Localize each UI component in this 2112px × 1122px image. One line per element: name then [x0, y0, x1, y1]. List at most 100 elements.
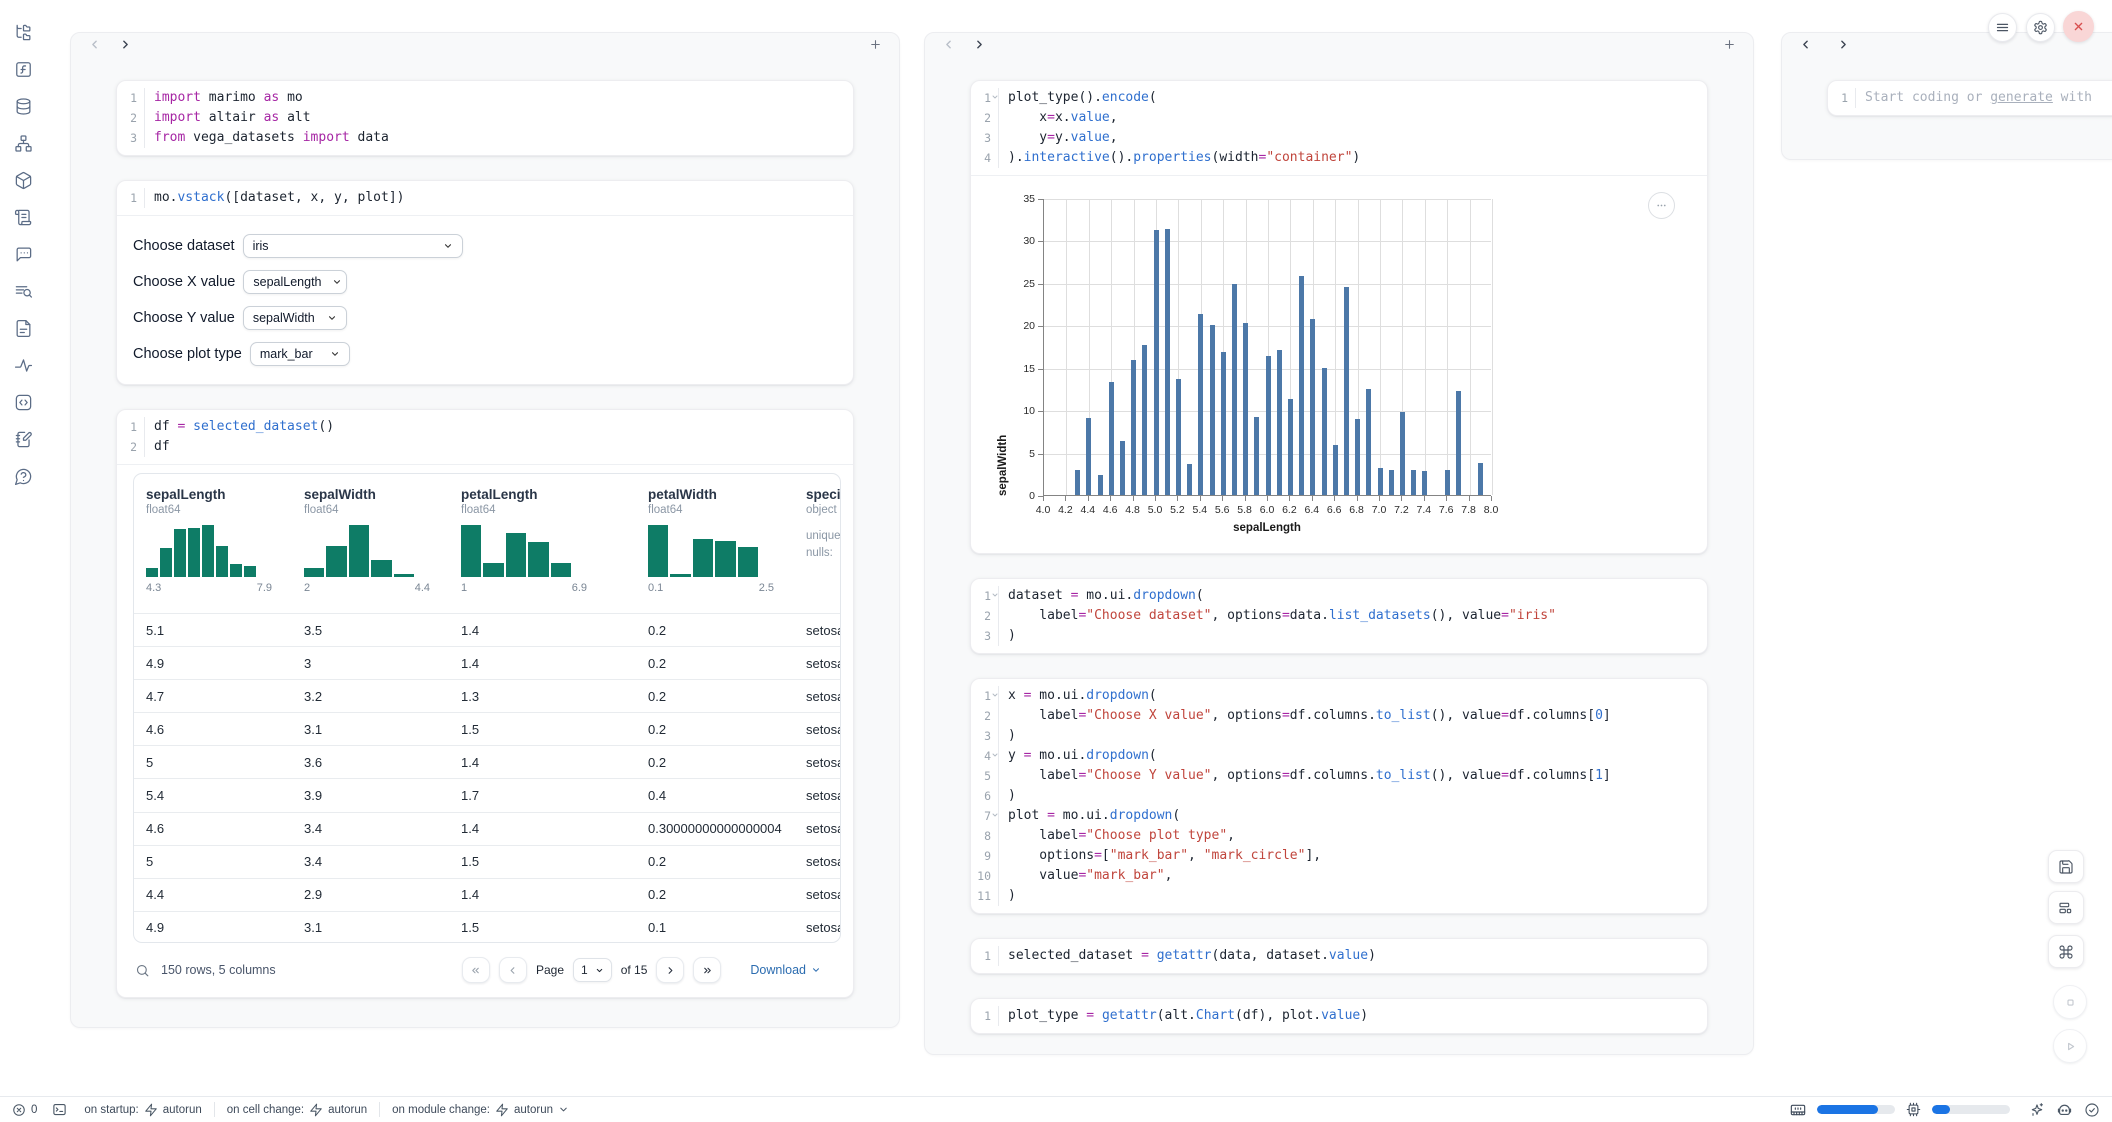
ai-assistant-button[interactable] [2029, 1102, 2045, 1118]
first-page-button[interactable] [462, 957, 490, 983]
rail-chat-button[interactable] [12, 243, 34, 265]
rail-package-button[interactable] [12, 169, 34, 191]
fold-marker-icon[interactable] [991, 591, 999, 599]
altair-chart[interactable]: sepalWidth4.04.24.44.64.85.05.25.45.65.8… [997, 187, 1507, 539]
rail-scratchpad-button[interactable] [12, 428, 34, 450]
code-text[interactable]: y=y.value, [999, 128, 1118, 148]
keyboard-shortcuts-button[interactable] [2048, 935, 2084, 968]
rail-tracing-button[interactable] [12, 354, 34, 376]
code-text[interactable]: ) [999, 786, 1016, 806]
chevron-left-icon[interactable] [941, 37, 956, 52]
chevron-right-icon[interactable] [1836, 37, 1851, 52]
rail-file-tree-button[interactable] [12, 21, 34, 43]
code-text[interactable]: plot_type().encode( [999, 88, 1157, 108]
code-text[interactable]: ) [999, 886, 1016, 906]
rail-logs-button[interactable] [12, 280, 34, 302]
code-text[interactable]: import altair as alt [145, 108, 311, 128]
column-header[interactable]: sepalLengthfloat644.37.9 [134, 474, 292, 613]
column-header[interactable]: sepalWidthfloat6424.4 [292, 474, 449, 613]
code-text[interactable]: df = selected_dataset() [145, 417, 334, 437]
search-icon[interactable] [133, 963, 152, 978]
code-text[interactable]: value="mark_bar", [999, 866, 1172, 886]
table-row[interactable]: 4.63.41.40.30000000000000004setosa [134, 812, 841, 845]
download-button[interactable]: Download [744, 962, 827, 978]
table-row[interactable]: 53.61.40.2setosa [134, 745, 841, 778]
rail-functions-button[interactable] [12, 58, 34, 80]
code-text[interactable]: options=["mark_bar", "mark_circle"], [999, 846, 1321, 866]
choose-x-value-select[interactable]: sepalLength [243, 270, 347, 294]
rail-help-button[interactable] [12, 465, 34, 487]
choose-plot-type-select[interactable]: mark_bar [250, 342, 350, 366]
generate-with-ai-link[interactable]: generate [1990, 90, 2053, 105]
table-row[interactable]: 4.63.11.50.2setosa [134, 712, 841, 745]
column-header[interactable]: petalWidthfloat640.12.5 [636, 474, 794, 613]
table-row[interactable]: 4.931.40.2setosa [134, 646, 841, 679]
code-text[interactable]: x = mo.ui.dropdown( [999, 686, 1157, 706]
stop-all-button[interactable] [2053, 985, 2087, 1019]
table-row[interactable]: 4.73.21.30.2setosa [134, 679, 841, 712]
error-count-indicator[interactable]: 0 [12, 1103, 37, 1117]
code-text[interactable]: selected_dataset = getattr(data, dataset… [999, 946, 1376, 966]
table-row[interactable]: 5.13.51.40.2setosa [134, 613, 841, 646]
chart-menu-button[interactable] [1648, 192, 1675, 219]
copilot-button[interactable] [2056, 1101, 2073, 1118]
code-text[interactable]: ) [999, 626, 1016, 646]
on-startup-mode[interactable]: on startup: autorun [84, 1103, 201, 1117]
code-editor-placeholder[interactable]: Start coding or generate with [1856, 88, 2092, 108]
chart-plot-area[interactable] [1043, 199, 1491, 496]
code-text[interactable]: dataset = mo.ui.dropdown( [999, 586, 1204, 606]
chevron-left-icon[interactable] [87, 37, 102, 52]
run-all-button[interactable] [2053, 1029, 2087, 1063]
code-text[interactable]: plot = mo.ui.dropdown( [999, 806, 1180, 826]
table-row[interactable]: 4.93.11.50.1setosa [134, 911, 841, 943]
code-text[interactable]: label="Choose plot type", [999, 826, 1235, 846]
fold-marker-icon[interactable] [991, 691, 999, 699]
rail-snippets-button[interactable] [12, 391, 34, 413]
code-text[interactable]: from vega_datasets import data [145, 128, 389, 148]
code-text[interactable]: mo.vstack([dataset, x, y, plot]) [145, 188, 404, 208]
terminal-button[interactable] [52, 1102, 67, 1117]
chevron-left-icon[interactable] [1798, 37, 1813, 52]
rail-database-button[interactable] [12, 95, 34, 117]
table-row[interactable]: 4.42.91.40.2setosa [134, 878, 841, 911]
add-cell-icon[interactable] [868, 37, 883, 52]
code-text[interactable]: y = mo.ui.dropdown( [999, 746, 1157, 766]
on-module-change-mode[interactable]: on module change: autorun [392, 1103, 569, 1117]
on-cell-change-mode[interactable]: on cell change: autorun [227, 1103, 367, 1117]
code-text[interactable]: label="Choose Y value", options=df.colum… [999, 766, 1611, 786]
connection-status-button[interactable] [2084, 1102, 2100, 1118]
menu-button[interactable] [1988, 13, 2017, 42]
line-number: 2 [971, 706, 999, 726]
save-button[interactable] [2048, 850, 2084, 883]
choose-dataset-select[interactable]: iris [243, 234, 463, 258]
fold-marker-icon[interactable] [991, 93, 999, 101]
next-page-button[interactable] [656, 957, 684, 983]
code-text[interactable]: x=x.value, [999, 108, 1118, 128]
add-cell-icon[interactable] [1722, 37, 1737, 52]
shutdown-button[interactable] [2063, 11, 2094, 42]
rail-documentation-button[interactable] [12, 317, 34, 339]
prev-page-button[interactable] [499, 957, 527, 983]
fold-marker-icon[interactable] [991, 751, 999, 759]
table-row[interactable]: 5.43.91.70.4setosa [134, 778, 841, 811]
code-text[interactable]: plot_type = getattr(alt.Chart(df), plot.… [999, 1006, 1368, 1026]
table-row[interactable]: 53.41.50.2setosa [134, 845, 841, 878]
chevron-right-icon[interactable] [972, 37, 987, 52]
fold-marker-icon[interactable] [991, 811, 999, 819]
choose-y-value-select[interactable]: sepalWidth [243, 306, 347, 330]
code-text[interactable]: label="Choose X value", options=df.colum… [999, 706, 1611, 726]
last-page-button[interactable] [693, 957, 721, 983]
layout-toggle-button[interactable] [2048, 891, 2084, 924]
page-select[interactable]: 1 [573, 958, 612, 982]
chevron-right-icon[interactable] [118, 37, 133, 52]
code-text[interactable]: df [145, 437, 170, 457]
code-text[interactable]: ).interactive().properties(width="contai… [999, 148, 1360, 168]
code-text[interactable]: ) [999, 726, 1016, 746]
column-header[interactable]: petalLengthfloat6416.9 [449, 474, 636, 613]
rail-script-button[interactable] [12, 206, 34, 228]
column-header[interactable]: speciesobjectunique:nulls: [794, 474, 841, 613]
code-text[interactable]: import marimo as mo [145, 88, 303, 108]
rail-dependency-graph-button[interactable] [12, 132, 34, 154]
settings-button[interactable] [2026, 13, 2055, 42]
code-text[interactable]: label="Choose dataset", options=data.lis… [999, 606, 1556, 626]
